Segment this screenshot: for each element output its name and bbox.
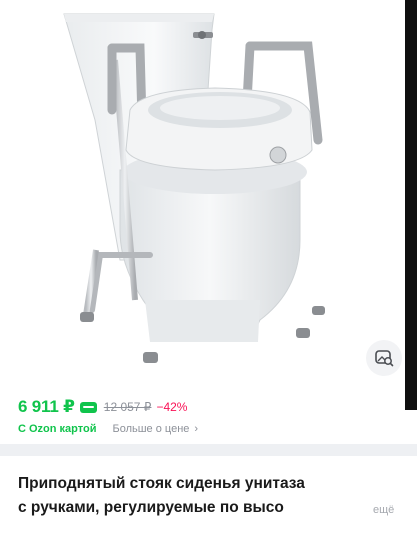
section-divider	[0, 444, 417, 456]
toilet-riser-illustration	[63, 13, 325, 363]
price-row: 6 911 ₽ 12 057 ₽ −42%	[18, 396, 187, 418]
product-title-block: Приподнятый стояк сиденья унитаза с ручк…	[0, 456, 417, 540]
discount-badge: −42%	[156, 400, 188, 414]
expand-title-link[interactable]: ещё	[345, 496, 395, 520]
scroll-edge	[405, 0, 417, 410]
product-card: 6 911 ₽ 12 057 ₽ −42% С Ozon картой Боль…	[0, 0, 417, 438]
product-title-line-1: Приподнятый стояк сиденья унитаза	[18, 475, 305, 492]
chevron-right-icon[interactable]: ›	[194, 423, 198, 435]
ozon-card-icon	[79, 401, 97, 413]
old-price: 12 057 ₽	[103, 400, 152, 414]
ozon-card-label: С Ozon картой	[18, 423, 97, 435]
ozon-card-row: С Ozon картой Больше о цене ›	[18, 421, 198, 437]
product-image[interactable]	[0, 0, 405, 388]
more-about-price-link[interactable]: Больше о цене	[112, 423, 189, 435]
current-price: 6 911 ₽	[18, 397, 75, 416]
image-search-button[interactable]	[366, 340, 402, 376]
image-search-icon	[375, 350, 394, 367]
